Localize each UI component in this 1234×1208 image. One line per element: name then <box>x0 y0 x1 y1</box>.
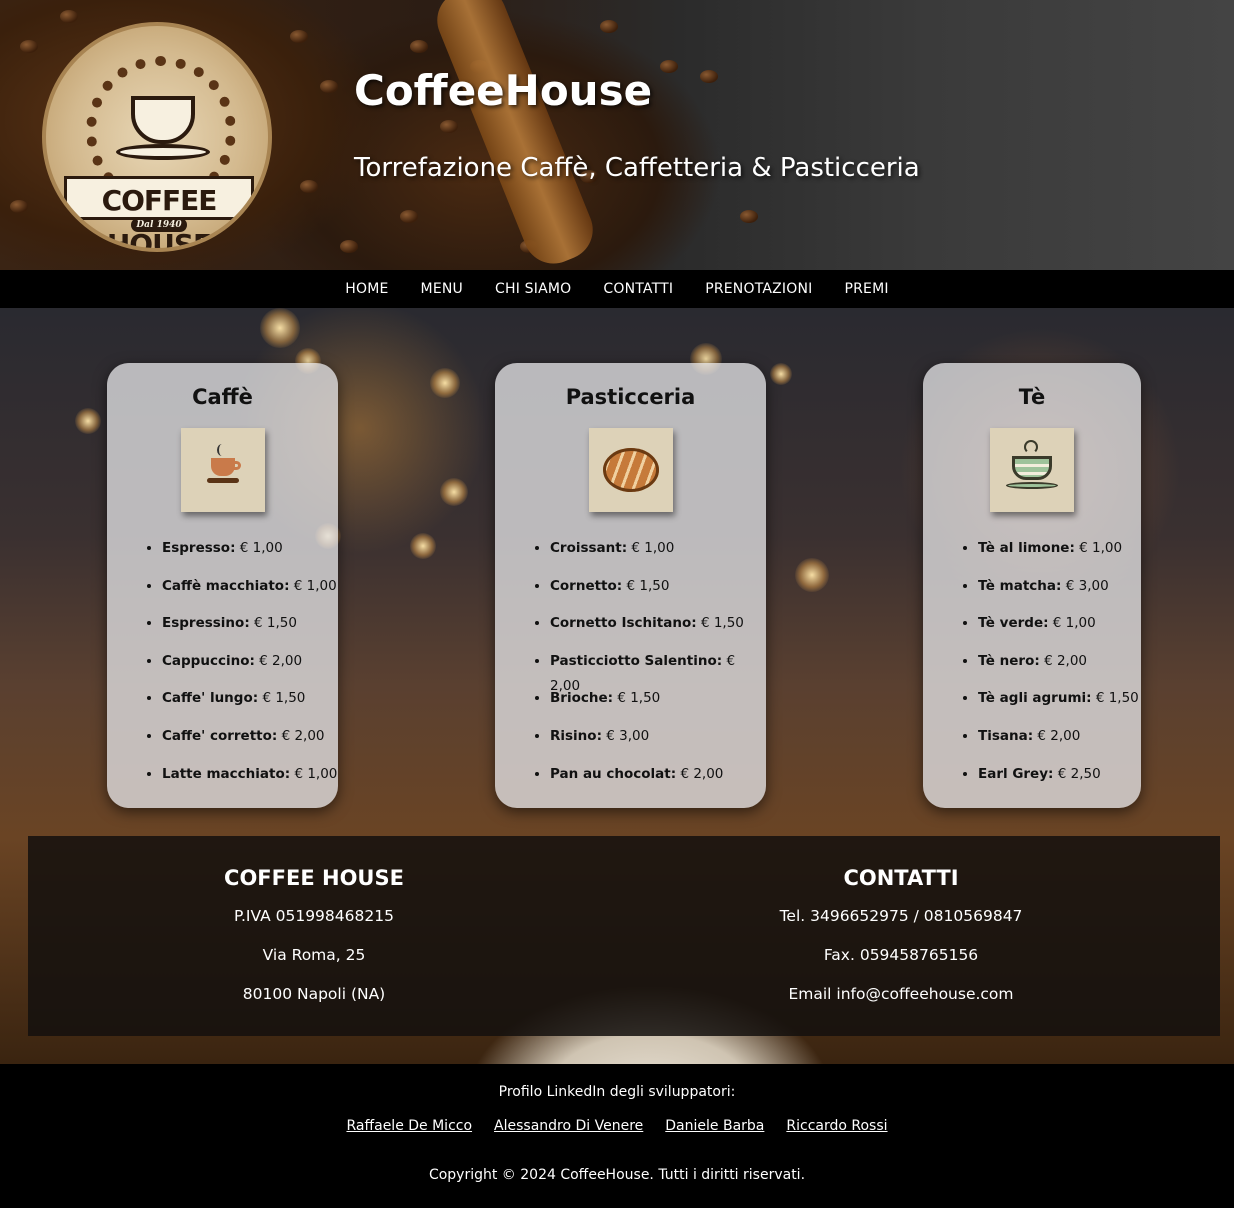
developer-links: Raffaele De Micco Alessandro Di Venere D… <box>0 1118 1234 1134</box>
list-item: Tè agli agrumi: € 1,50 <box>978 686 1141 724</box>
list-item: Tè matcha: € 3,00 <box>978 574 1141 612</box>
list-item: Tisana: € 2,00 <box>978 724 1141 762</box>
menu-list: Espresso: € 1,00 Caffè macchiato: € 1,00… <box>107 536 338 799</box>
company-info: COFFEE HOUSE P.IVA 051998468215 Via Roma… <box>104 866 524 1021</box>
menu-list: Croissant: € 1,00 Cornetto: € 1,50 Corne… <box>495 536 766 799</box>
menu-card-caffe: Caffè Espresso: € 1,00 Caffè macchiato: … <box>107 363 338 808</box>
nav-menu[interactable]: MENU <box>405 281 479 297</box>
card-title: Tè <box>1018 385 1046 409</box>
list-item: Croissant: € 1,00 <box>550 536 766 574</box>
info-band: COFFEE HOUSE P.IVA 051998468215 Via Roma… <box>28 836 1220 1036</box>
site-title: CoffeeHouse <box>354 66 653 115</box>
menu-list: Tè al limone: € 1,00 Tè matcha: € 3,00 T… <box>923 536 1141 799</box>
list-item: Cornetto Ischitano: € 1,50 <box>550 611 766 649</box>
company-vat: P.IVA 051998468215 <box>234 907 394 925</box>
logo-subtext: Dal 1940 <box>131 218 187 232</box>
card-title: Caffè <box>192 385 253 409</box>
nav-premi[interactable]: PREMI <box>828 281 904 297</box>
coffee-cup-icon <box>180 428 265 512</box>
list-item: Caffe' corretto: € 2,00 <box>162 724 338 762</box>
list-item: Pan au chocolat: € 2,00 <box>550 762 766 800</box>
list-item: Caffe' lungo: € 1,50 <box>162 686 338 724</box>
developer-link-rossi[interactable]: Riccardo Rossi <box>786 1118 887 1134</box>
main-navigation: HOME MENU CHI SIAMO CONTATTI PRENOTAZION… <box>0 270 1234 308</box>
developer-link-di-venere[interactable]: Alessandro Di Venere <box>494 1118 643 1134</box>
linkedin-label: Profilo LinkedIn degli sviluppatori: <box>498 1084 736 1100</box>
logo-text: COFFEE HOUSE <box>64 176 254 248</box>
contact-fax: Fax. 059458765156 <box>823 946 979 964</box>
company-address: Via Roma, 25 <box>262 946 366 964</box>
company-title: COFFEE HOUSE <box>224 866 404 890</box>
developer-link-barba[interactable]: Daniele Barba <box>665 1118 764 1134</box>
list-item: Cappuccino: € 2,00 <box>162 649 338 687</box>
site-footer: Profilo LinkedIn degli sviluppatori: Raf… <box>0 1064 1234 1208</box>
list-item: Latte macchiato: € 1,00 <box>162 762 338 800</box>
menu-card-pasticceria: Pasticceria Croissant: € 1,00 Cornetto: … <box>495 363 766 808</box>
developer-link-de-micco[interactable]: Raffaele De Micco <box>346 1118 472 1134</box>
nav-home[interactable]: HOME <box>329 281 404 297</box>
list-item: Tè nero: € 2,00 <box>978 649 1141 687</box>
list-item: Tè al limone: € 1,00 <box>978 536 1141 574</box>
list-item: Espresso: € 1,00 <box>162 536 338 574</box>
nav-chi-siamo[interactable]: CHI SIAMO <box>479 281 587 297</box>
menu-card-te: Tè Tè al limone: € 1,00 Tè matcha: € 3,0… <box>923 363 1141 808</box>
list-item: Espressino: € 1,50 <box>162 611 338 649</box>
croissant-icon <box>588 428 673 512</box>
menu-section: Caffè Espresso: € 1,00 Caffè macchiato: … <box>0 308 1234 1064</box>
list-item: Brioche: € 1,50 <box>550 686 766 724</box>
company-city: 80100 Napoli (NA) <box>242 985 386 1003</box>
list-item: Tè verde: € 1,00 <box>978 611 1141 649</box>
contact-email: Email info@coffeehouse.com <box>788 985 1014 1003</box>
site-subtitle: Torrefazione Caffè, Caffetteria & Pastic… <box>354 153 920 183</box>
contact-phone: Tel. 3496652975 / 0810569847 <box>779 907 1023 925</box>
list-item: Earl Grey: € 2,50 <box>978 762 1141 800</box>
list-item: Caffè macchiato: € 1,00 <box>162 574 338 612</box>
nav-contatti[interactable]: CONTATTI <box>587 281 689 297</box>
contact-info: CONTATTI Tel. 3496652975 / 0810569847 Fa… <box>691 866 1111 1021</box>
coffee-house-logo[interactable]: COFFEE HOUSE Dal 1940 <box>42 22 272 252</box>
list-item: Cornetto: € 1,50 <box>550 574 766 612</box>
contacts-title: CONTATTI <box>843 866 959 890</box>
nav-prenotazioni[interactable]: PRENOTAZIONI <box>689 281 828 297</box>
list-item: Pasticciotto Salentino: € 2,00 <box>550 649 766 694</box>
card-title: Pasticceria <box>565 385 696 409</box>
site-header: COFFEE HOUSE Dal 1940 CoffeeHouse Torref… <box>0 0 1234 270</box>
copyright: Copyright © 2024 CoffeeHouse. Tutti i di… <box>428 1167 806 1183</box>
list-item: Risino: € 3,00 <box>550 724 766 762</box>
tea-cup-icon <box>990 428 1074 512</box>
